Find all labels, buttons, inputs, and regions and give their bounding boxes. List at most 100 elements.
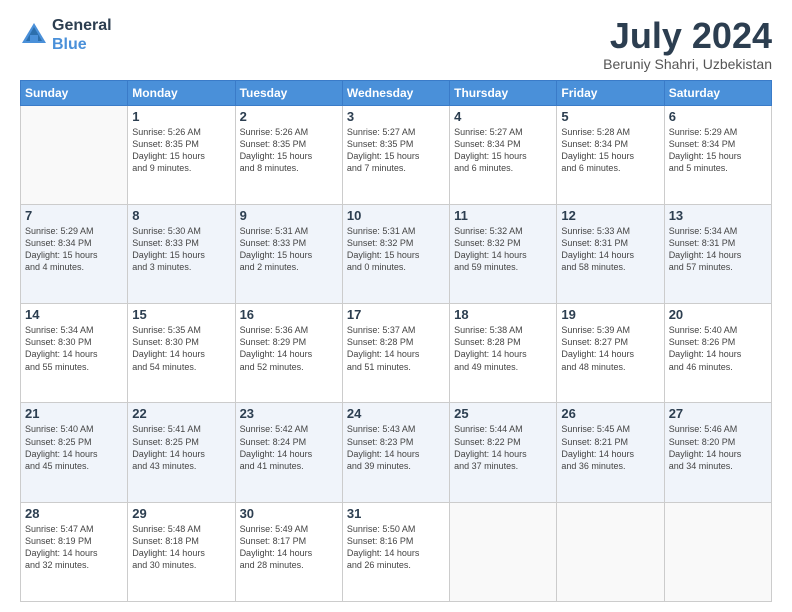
- day-info: Sunrise: 5:34 AMSunset: 8:31 PMDaylight:…: [669, 225, 767, 274]
- day-info: Sunrise: 5:37 AMSunset: 8:28 PMDaylight:…: [347, 324, 445, 373]
- day-info: Sunrise: 5:36 AMSunset: 8:29 PMDaylight:…: [240, 324, 338, 373]
- calendar-cell: [450, 502, 557, 601]
- day-number: 8: [132, 208, 230, 223]
- header: General Blue July 2024 Beruniy Shahri, U…: [20, 16, 772, 72]
- calendar-cell: 3Sunrise: 5:27 AMSunset: 8:35 PMDaylight…: [342, 105, 449, 204]
- day-number: 26: [561, 406, 659, 421]
- day-info: Sunrise: 5:32 AMSunset: 8:32 PMDaylight:…: [454, 225, 552, 274]
- calendar-cell: 30Sunrise: 5:49 AMSunset: 8:17 PMDayligh…: [235, 502, 342, 601]
- day-info: Sunrise: 5:31 AMSunset: 8:32 PMDaylight:…: [347, 225, 445, 274]
- calendar-cell: 7 Sunrise: 5:29 AMSunset: 8:34 PMDaylight…: [21, 204, 128, 303]
- calendar-cell: 16 Sunrise: 5:36 AMSunset: 8:29 PMDayligh…: [235, 304, 342, 403]
- day-number: 7: [25, 208, 123, 223]
- calendar-cell: 4Sunrise: 5:27 AMSunset: 8:34 PMDaylight…: [450, 105, 557, 204]
- calendar-header-monday: Monday: [128, 80, 235, 105]
- day-number: 3: [347, 109, 445, 124]
- day-info: Sunrise: 5:26 AMSunset: 8:35 PMDaylight:…: [132, 126, 230, 175]
- day-number: 18: [454, 307, 552, 322]
- day-info: Sunrise: 5:29 AMSunset: 8:34 PMDaylight:…: [25, 225, 123, 274]
- day-number: 12: [561, 208, 659, 223]
- calendar-header-sunday: Sunday: [21, 80, 128, 105]
- day-number: 11: [454, 208, 552, 223]
- calendar-cell: 18Sunrise: 5:38 AMSunset: 8:28 PMDayligh…: [450, 304, 557, 403]
- calendar-cell: 25 Sunrise: 5:44 AMSunset: 8:22 PMDayligh…: [450, 403, 557, 502]
- calendar-cell: [557, 502, 664, 601]
- calendar-cell: 20Sunrise: 5:40 AMSunset: 8:26 PMDayligh…: [664, 304, 771, 403]
- calendar-header-tuesday: Tuesday: [235, 80, 342, 105]
- day-info: Sunrise: 5:41 AMSunset: 8:25 PMDaylight:…: [132, 423, 230, 472]
- calendar-cell: 17 Sunrise: 5:37 AMSunset: 8:28 PMDayligh…: [342, 304, 449, 403]
- calendar-week-row: 7 Sunrise: 5:29 AMSunset: 8:34 PMDaylight…: [21, 204, 772, 303]
- calendar-cell: 31 Sunrise: 5:50 AMSunset: 8:16 PMDayligh…: [342, 502, 449, 601]
- logo-icon: [20, 21, 48, 49]
- day-info: Sunrise: 5:50 AMSunset: 8:16 PMDaylight:…: [347, 523, 445, 572]
- day-info: Sunrise: 5:46 AMSunset: 8:20 PMDaylight:…: [669, 423, 767, 472]
- calendar-header-friday: Friday: [557, 80, 664, 105]
- calendar-header-row: SundayMondayTuesdayWednesdayThursdayFrid…: [21, 80, 772, 105]
- day-info: Sunrise: 5:28 AMSunset: 8:34 PMDaylight:…: [561, 126, 659, 175]
- day-info: Sunrise: 5:47 AMSunset: 8:19 PMDaylight:…: [25, 523, 123, 572]
- day-info: Sunrise: 5:34 AMSunset: 8:30 PMDaylight:…: [25, 324, 123, 373]
- day-info: Sunrise: 5:39 AMSunset: 8:27 PMDaylight:…: [561, 324, 659, 373]
- calendar-cell: 15 Sunrise: 5:35 AMSunset: 8:30 PMDayligh…: [128, 304, 235, 403]
- day-info: Sunrise: 5:48 AMSunset: 8:18 PMDaylight:…: [132, 523, 230, 572]
- day-number: 13: [669, 208, 767, 223]
- day-number: 10: [347, 208, 445, 223]
- day-info: Sunrise: 5:33 AMSunset: 8:31 PMDaylight:…: [561, 225, 659, 274]
- calendar-week-row: 14 Sunrise: 5:34 AMSunset: 8:30 PMDayligh…: [21, 304, 772, 403]
- calendar-header-saturday: Saturday: [664, 80, 771, 105]
- calendar-cell: 13 Sunrise: 5:34 AMSunset: 8:31 PMDayligh…: [664, 204, 771, 303]
- day-info: Sunrise: 5:26 AMSunset: 8:35 PMDaylight:…: [240, 126, 338, 175]
- day-number: 24: [347, 406, 445, 421]
- day-number: 2: [240, 109, 338, 124]
- calendar-cell: 27Sunrise: 5:46 AMSunset: 8:20 PMDayligh…: [664, 403, 771, 502]
- calendar-header-wednesday: Wednesday: [342, 80, 449, 105]
- calendar-cell: 21 Sunrise: 5:40 AMSunset: 8:25 PMDayligh…: [21, 403, 128, 502]
- calendar-cell: 23 Sunrise: 5:42 AMSunset: 8:24 PMDayligh…: [235, 403, 342, 502]
- page: General Blue July 2024 Beruniy Shahri, U…: [0, 0, 792, 612]
- day-number: 25: [454, 406, 552, 421]
- calendar-cell: 8Sunrise: 5:30 AMSunset: 8:33 PMDaylight…: [128, 204, 235, 303]
- calendar-cell: 1Sunrise: 5:26 AMSunset: 8:35 PMDaylight…: [128, 105, 235, 204]
- calendar-cell: 19 Sunrise: 5:39 AMSunset: 8:27 PMDayligh…: [557, 304, 664, 403]
- day-number: 22: [132, 406, 230, 421]
- calendar-cell: 28Sunrise: 5:47 AMSunset: 8:19 PMDayligh…: [21, 502, 128, 601]
- day-number: 16: [240, 307, 338, 322]
- day-number: 14: [25, 307, 123, 322]
- logo-text: General Blue: [52, 16, 112, 54]
- day-number: 19: [561, 307, 659, 322]
- day-info: Sunrise: 5:49 AMSunset: 8:17 PMDaylight:…: [240, 523, 338, 572]
- calendar-table: SundayMondayTuesdayWednesdayThursdayFrid…: [20, 80, 772, 602]
- day-number: 21: [25, 406, 123, 421]
- calendar-week-row: 21 Sunrise: 5:40 AMSunset: 8:25 PMDayligh…: [21, 403, 772, 502]
- day-number: 17: [347, 307, 445, 322]
- day-number: 29: [132, 506, 230, 521]
- calendar-cell: 11 Sunrise: 5:32 AMSunset: 8:32 PMDayligh…: [450, 204, 557, 303]
- day-info: Sunrise: 5:40 AMSunset: 8:25 PMDaylight:…: [25, 423, 123, 472]
- day-info: Sunrise: 5:29 AMSunset: 8:34 PMDaylight:…: [669, 126, 767, 175]
- day-number: 23: [240, 406, 338, 421]
- calendar-week-row: 28Sunrise: 5:47 AMSunset: 8:19 PMDayligh…: [21, 502, 772, 601]
- day-number: 31: [347, 506, 445, 521]
- calendar-cell: 10 Sunrise: 5:31 AMSunset: 8:32 PMDayligh…: [342, 204, 449, 303]
- calendar-cell: [664, 502, 771, 601]
- calendar-cell: 14 Sunrise: 5:34 AMSunset: 8:30 PMDayligh…: [21, 304, 128, 403]
- calendar-cell: 5 Sunrise: 5:28 AMSunset: 8:34 PMDaylight…: [557, 105, 664, 204]
- day-info: Sunrise: 5:43 AMSunset: 8:23 PMDaylight:…: [347, 423, 445, 472]
- day-number: 5: [561, 109, 659, 124]
- calendar-cell: 29 Sunrise: 5:48 AMSunset: 8:18 PMDayligh…: [128, 502, 235, 601]
- day-number: 15: [132, 307, 230, 322]
- calendar-header-thursday: Thursday: [450, 80, 557, 105]
- calendar-cell: 2 Sunrise: 5:26 AMSunset: 8:35 PMDaylight…: [235, 105, 342, 204]
- day-info: Sunrise: 5:42 AMSunset: 8:24 PMDaylight:…: [240, 423, 338, 472]
- day-number: 9: [240, 208, 338, 223]
- day-info: Sunrise: 5:45 AMSunset: 8:21 PMDaylight:…: [561, 423, 659, 472]
- calendar-cell: 26 Sunrise: 5:45 AMSunset: 8:21 PMDayligh…: [557, 403, 664, 502]
- calendar-cell: [21, 105, 128, 204]
- calendar-week-row: 1Sunrise: 5:26 AMSunset: 8:35 PMDaylight…: [21, 105, 772, 204]
- title-block: July 2024 Beruniy Shahri, Uzbekistan: [603, 16, 772, 72]
- location: Beruniy Shahri, Uzbekistan: [603, 56, 772, 72]
- calendar-cell: 6Sunrise: 5:29 AMSunset: 8:34 PMDaylight…: [664, 105, 771, 204]
- day-info: Sunrise: 5:44 AMSunset: 8:22 PMDaylight:…: [454, 423, 552, 472]
- day-info: Sunrise: 5:35 AMSunset: 8:30 PMDaylight:…: [132, 324, 230, 373]
